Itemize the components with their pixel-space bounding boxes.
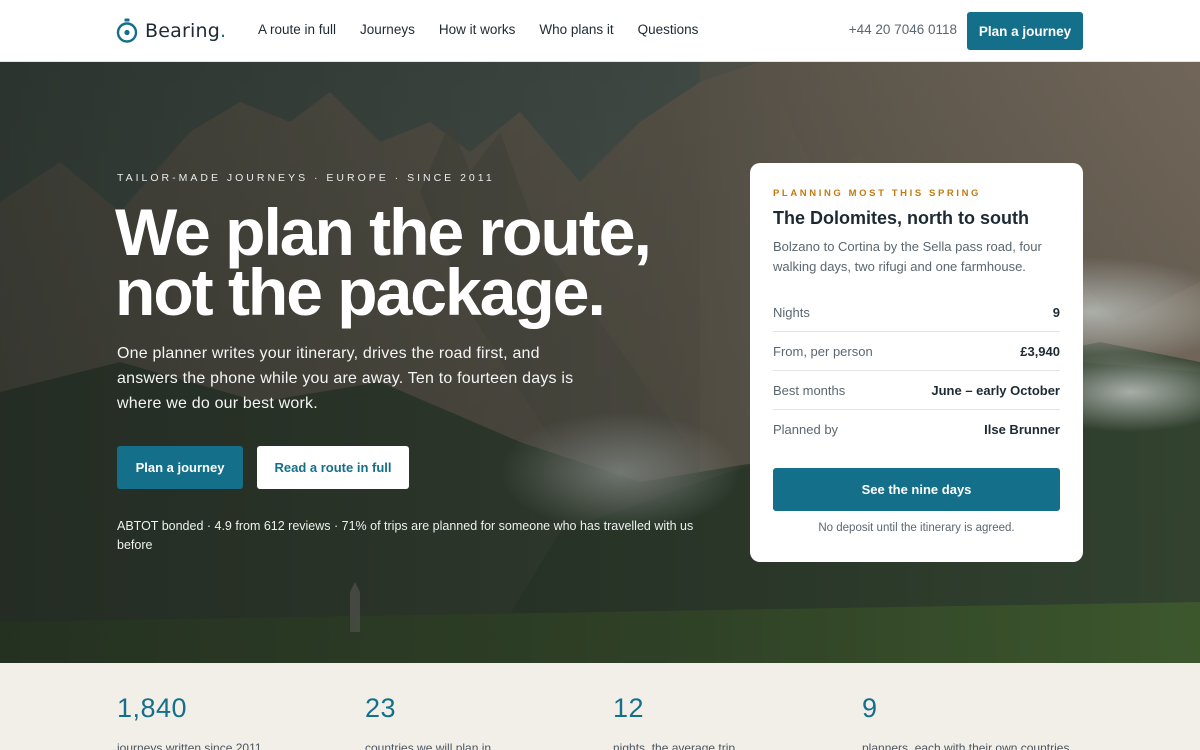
fact-value: £3,940 [1020,343,1060,359]
brand-dot: . [219,20,227,42]
card-description: Bolzano to Cortina by the Sella pass roa… [773,239,1042,274]
stat-label: journeys written since 2011 [117,741,262,750]
stat-label: countries we will plan in [365,741,492,750]
primary-nav: A route in full Journeys How it works Wh… [258,22,722,37]
nav-link-how-it-works[interactable]: How it works [439,22,516,37]
fact-row-planner: Planned by Ilse Brunner [773,410,1060,449]
hero-plan-journey-button[interactable]: Plan a journey [117,446,243,489]
nav-link-who-plans-it[interactable]: Who plans it [539,22,613,37]
nav-plan-journey-button[interactable]: Plan a journey [967,12,1083,50]
card-eyebrow: PLANNING MOST THIS SPRING [773,188,982,199]
fact-label: Best months [773,382,846,398]
fact-row-price: From, per person £3,940 [773,332,1060,371]
stat-number: 1,840 [117,693,188,723]
hero-headline: We plan the route, not the package. [115,199,735,325]
fact-label: Nights [773,304,810,320]
hero-lede: One planner writes your itinerary, drive… [117,345,574,412]
route-facts-list: Nights 9 From, per person £3,940 Best mo… [773,293,1060,449]
brand-name: Bearing [145,20,220,42]
phone-number-link[interactable]: +44 20 7046 0118 [849,22,957,37]
nav-link-route-in-full[interactable]: A route in full [258,22,336,37]
trust-line: ABTOT bonded · 4.9 from 612 reviews · 71… [117,519,694,552]
brand-logo-link[interactable]: Bearing. [116,17,226,45]
hero-section: TAILOR-MADE JOURNEYS · EUROPE · SINCE 20… [0,62,1200,663]
stat-journeys: 1,840 journeys written since 2011 [117,693,262,750]
fact-value: June – early October [931,382,1060,398]
fact-row-nights: Nights 9 [773,293,1060,332]
read-route-button[interactable]: Read a route in full [257,446,409,489]
stat-countries: 23 countries we will plan in [365,693,491,750]
stat-planners: 9 planners, each with their own countrie… [862,693,1069,750]
stats-strip: 1,840 journeys written since 2011 23 cou… [0,663,1200,750]
stat-number: 12 [613,693,645,723]
stat-label: planners, each with their own countries [862,741,1070,750]
stat-nights: 12 nights, the average trip [613,693,735,750]
see-nine-days-button[interactable]: See the nine days [773,468,1060,511]
card-title: The Dolomites, north to south [773,208,1029,228]
fact-row-best-months: Best months June – early October [773,371,1060,410]
compass-pin-icon [116,18,138,43]
fact-label: Planned by [773,422,839,437]
nav-link-questions[interactable]: Questions [638,22,699,37]
nav-link-journeys[interactable]: Journeys [360,22,415,37]
fact-value: Ilse Brunner [984,422,1060,437]
fact-label: From, per person [773,343,873,359]
featured-route-card: PLANNING MOST THIS SPRING The Dolomites,… [750,163,1083,562]
top-navigation: Bearing. A route in full Journeys How it… [0,0,1200,62]
stat-number: 23 [365,693,397,723]
hero-headline-line-2: not the package. [115,255,606,329]
stat-label: nights, the average trip [613,741,736,750]
deposit-note: No deposit until the itinerary is agreed… [818,522,1015,534]
fact-value: 9 [1052,304,1060,320]
stat-number: 9 [862,693,878,723]
hero-eyebrow: TAILOR-MADE JOURNEYS · EUROPE · SINCE 20… [117,172,495,184]
